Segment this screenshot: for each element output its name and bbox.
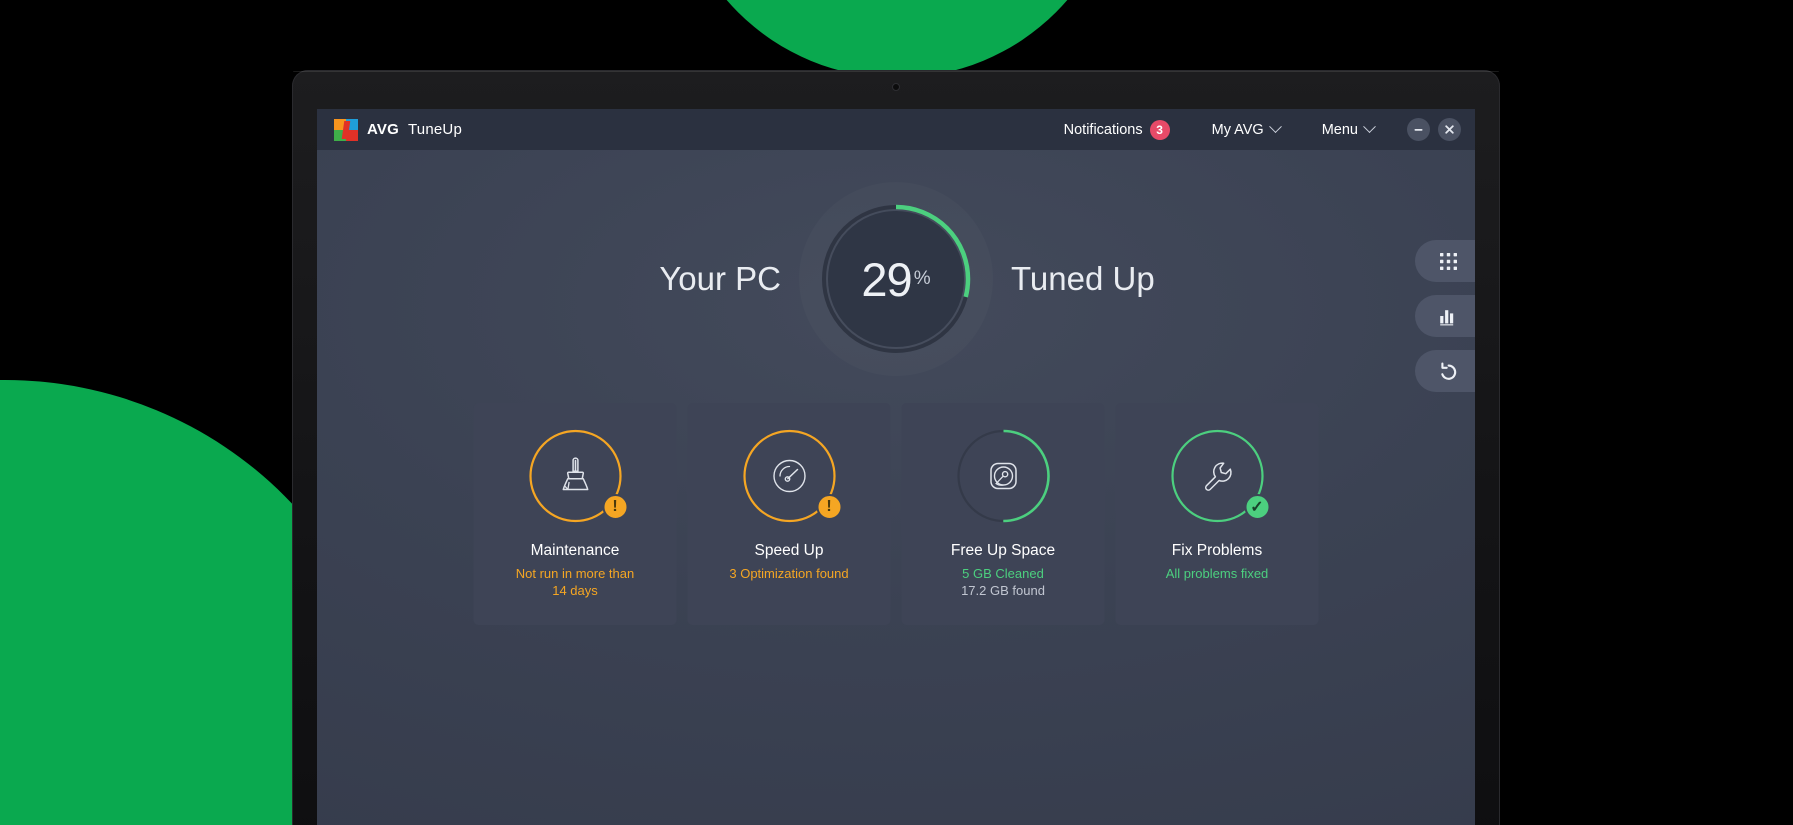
grid-apps-icon [1439,252,1457,270]
minimize-icon [1414,129,1423,131]
close-icon [1445,125,1454,134]
background-circle-top [672,0,1122,78]
feature-cards: ! Maintenance Not run in more than 14 da… [473,403,1319,625]
card-status-line2: 17.2 GB found [961,583,1045,599]
minimize-button[interactable] [1407,118,1430,141]
bar-chart-icon [1439,309,1453,325]
brand-initials: AVG [367,121,399,138]
card-free-up-space[interactable]: Free Up Space 5 GB Cleaned 17.2 GB found [901,403,1105,625]
chevron-down-icon [1268,120,1282,134]
card-maintenance[interactable]: ! Maintenance Not run in more than 14 da… [473,403,677,625]
card-status: 5 GB Cleaned [962,566,1044,581]
statistics-button[interactable] [1415,295,1475,337]
hero-status: Your PC 29 % Tuned Up [317,198,1475,360]
window-controls [1407,118,1461,141]
my-avg-label: My AVG [1211,121,1264,138]
gauge-value: 29 [861,252,912,306]
laptop-frame: AVG TuneUp Notifications 3 My AVG Menu Y… [292,70,1500,825]
undo-restore-icon [1440,362,1456,380]
rescue-center-button[interactable] [1415,350,1475,392]
hero-left-text: Your PC [659,260,781,297]
card-title: Free Up Space [950,542,1056,559]
gauge-value-group: 29 % [815,198,977,360]
warning-icon: ! [816,494,842,520]
right-rail [1415,240,1475,392]
card-speed-up[interactable]: ! Speed Up 3 Optimization found [687,403,891,625]
gauge-unit: % [913,268,931,289]
tuneup-score-gauge: 29 % [815,198,977,360]
card-status: 3 Optimization found [729,566,849,581]
page-stage: AVG TuneUp Notifications 3 My AVG Menu Y… [0,0,1793,825]
dashboard-content: Your PC 29 % Tuned Up ! Maintenance Not … [317,150,1475,825]
speed-up-ring: ! [741,428,842,524]
notifications-label: Notifications [1063,121,1143,138]
card-title: Maintenance [530,542,620,559]
title-bar-actions: Notifications 3 My AVG Menu [1043,118,1461,141]
avg-logo-icon [334,118,358,141]
webcam-icon [892,83,900,91]
card-status-line2: 14 days [552,583,598,599]
close-button[interactable] [1438,118,1461,141]
card-fix-problems[interactable]: ✓ Fix Problems All problems fixed [1115,403,1319,625]
card-title: Speed Up [754,542,824,559]
chevron-down-icon [1363,120,1376,134]
card-status: Not run in more than [515,566,635,581]
maintenance-ring: ! [527,428,628,524]
hero-right-text: Tuned Up [1011,260,1155,297]
notifications-badge: 3 [1149,119,1170,140]
title-bar: AVG TuneUp Notifications 3 My AVG Menu [317,109,1475,150]
card-status: All problems fixed [1165,566,1269,581]
hard-drive-icon [955,428,1051,524]
fix-problems-ring: ✓ [1169,428,1270,524]
free-up-space-ring [955,428,1051,524]
check-icon: ✓ [1244,494,1270,520]
app-title: TuneUp [408,121,463,138]
avg-tuneup-window: AVG TuneUp Notifications 3 My AVG Menu Y… [317,109,1475,825]
my-avg-menu[interactable]: My AVG [1191,120,1301,138]
brand: AVG TuneUp [334,118,463,141]
menu-label: Menu [1321,121,1358,138]
main-menu[interactable]: Menu [1301,120,1395,138]
all-tools-button[interactable] [1415,240,1475,282]
notifications-button[interactable]: Notifications 3 [1043,119,1191,140]
card-title: Fix Problems [1171,542,1263,559]
warning-icon: ! [602,494,628,520]
